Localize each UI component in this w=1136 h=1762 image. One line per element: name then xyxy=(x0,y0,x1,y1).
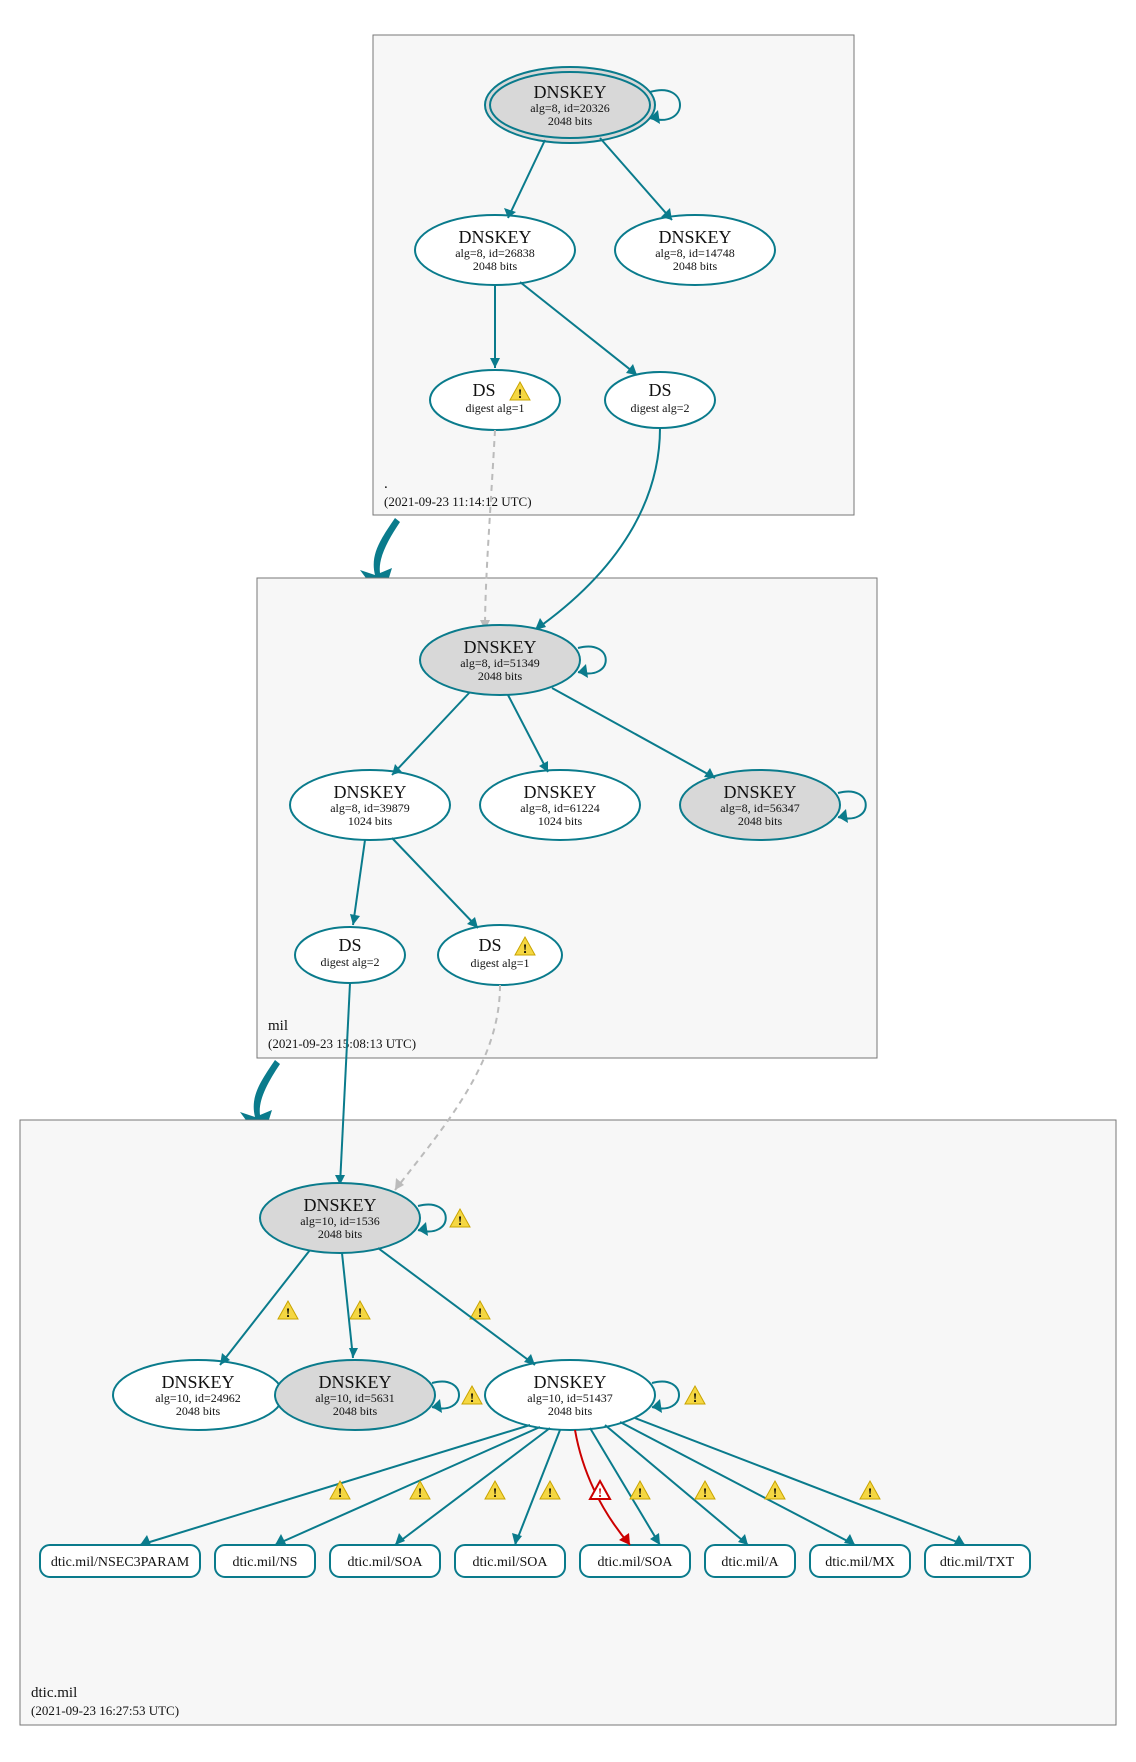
svg-text:DS: DS xyxy=(472,380,495,400)
svg-text:DS: DS xyxy=(648,380,671,400)
svg-text:alg=8, id=51349: alg=8, id=51349 xyxy=(460,656,540,670)
svg-text:2048 bits: 2048 bits xyxy=(318,1227,363,1241)
svg-text:dtic.mil/SOA: dtic.mil/SOA xyxy=(347,1555,423,1570)
svg-text:dtic.mil/A: dtic.mil/A xyxy=(721,1555,779,1570)
svg-text:alg=10, id=5631: alg=10, id=5631 xyxy=(315,1391,395,1405)
node-mil-k2: DNSKEY alg=8, id=61224 1024 bits xyxy=(480,770,640,840)
zone-ts-dtic: (2021-09-23 16:27:53 UTC) xyxy=(31,1703,179,1718)
node-root-ds1: DS digest alg=1 xyxy=(430,370,560,430)
svg-text:dtic.mil/SOA: dtic.mil/SOA xyxy=(597,1555,673,1570)
node-mil-ksk: DNSKEY alg=8, id=51349 2048 bits xyxy=(420,625,580,695)
svg-text:2048 bits: 2048 bits xyxy=(478,669,523,683)
svg-text:DNSKEY: DNSKEY xyxy=(318,1372,391,1392)
svg-text:DNSKEY: DNSKEY xyxy=(723,782,796,802)
svg-text:DNSKEY: DNSKEY xyxy=(458,227,531,247)
svg-text:digest alg=2: digest alg=2 xyxy=(630,401,689,415)
svg-text:alg=8, id=26838: alg=8, id=26838 xyxy=(455,246,535,260)
svg-text:DNSKEY: DNSKEY xyxy=(658,227,731,247)
zone-ts-mil: (2021-09-23 15:08:13 UTC) xyxy=(268,1036,416,1051)
node-dtic-k2: DNSKEY alg=10, id=5631 2048 bits xyxy=(275,1360,435,1430)
rrset-soa-3: dtic.mil/SOA xyxy=(580,1545,690,1577)
svg-text:DNSKEY: DNSKEY xyxy=(303,1195,376,1215)
svg-text:alg=10, id=51437: alg=10, id=51437 xyxy=(527,1391,613,1405)
svg-text:alg=8, id=56347: alg=8, id=56347 xyxy=(720,801,800,815)
rrset-soa-2: dtic.mil/SOA xyxy=(455,1545,565,1577)
rrset-a: dtic.mil/A xyxy=(705,1545,795,1577)
rrset-txt: dtic.mil/TXT xyxy=(925,1545,1030,1577)
zone-label-dtic: dtic.mil xyxy=(31,1685,77,1701)
node-mil-ds2: DS digest alg=2 xyxy=(295,927,405,983)
svg-text:2048 bits: 2048 bits xyxy=(738,814,783,828)
zone-mil: mil (2021-09-23 15:08:13 UTC) DNSKEY alg… xyxy=(257,428,877,1058)
node-root-ksk: DNSKEY alg=8, id=20326 2048 bits xyxy=(485,67,655,143)
rrset-nsec3param: dtic.mil/NSEC3PARAM xyxy=(40,1545,200,1577)
node-dtic-k1: DNSKEY alg=10, id=24962 2048 bits xyxy=(113,1360,283,1430)
node-root-k2: DNSKEY alg=8, id=14748 2048 bits xyxy=(615,215,775,285)
svg-text:DS: DS xyxy=(478,935,501,955)
svg-text:DNSKEY: DNSKEY xyxy=(533,82,606,102)
zone-ts-root: (2021-09-23 11:14:12 UTC) xyxy=(384,494,532,509)
svg-text:alg=10, id=1536: alg=10, id=1536 xyxy=(300,1214,380,1228)
zone-label-root: . xyxy=(384,476,388,492)
svg-text:DNSKEY: DNSKEY xyxy=(333,782,406,802)
svg-text:digest alg=2: digest alg=2 xyxy=(320,955,379,969)
svg-text:1024 bits: 1024 bits xyxy=(538,814,583,828)
svg-text:2048 bits: 2048 bits xyxy=(176,1404,221,1418)
svg-text:2048 bits: 2048 bits xyxy=(548,1404,593,1418)
svg-text:1024 bits: 1024 bits xyxy=(348,814,393,828)
svg-text:DNSKEY: DNSKEY xyxy=(533,1372,606,1392)
svg-text:DNSKEY: DNSKEY xyxy=(161,1372,234,1392)
rrset-mx: dtic.mil/MX xyxy=(810,1545,910,1577)
rrset-ns: dtic.mil/NS xyxy=(215,1545,315,1577)
node-mil-ds1: DS digest alg=1 xyxy=(438,925,562,985)
svg-text:alg=8, id=39879: alg=8, id=39879 xyxy=(330,801,410,815)
svg-text:dtic.mil/TXT: dtic.mil/TXT xyxy=(940,1555,1015,1570)
svg-text:2048 bits: 2048 bits xyxy=(673,259,718,273)
zone-label-mil: mil xyxy=(268,1018,288,1034)
svg-text:2048 bits: 2048 bits xyxy=(473,259,518,273)
svg-text:dtic.mil/NS: dtic.mil/NS xyxy=(233,1555,298,1570)
svg-text:dtic.mil/SOA: dtic.mil/SOA xyxy=(472,1555,548,1570)
svg-text:DNSKEY: DNSKEY xyxy=(463,637,536,657)
node-dtic-ksk: DNSKEY alg=10, id=1536 2048 bits xyxy=(260,1183,420,1253)
svg-text:2048 bits: 2048 bits xyxy=(548,114,593,128)
node-root-ds2: DS digest alg=2 xyxy=(605,372,715,428)
dnssec-graph: ! ! . (2021-09-23 11:14:12 UTC) DNSKEY a… xyxy=(0,0,1136,1762)
svg-text:dtic.mil/MX: dtic.mil/MX xyxy=(825,1555,895,1570)
svg-text:dtic.mil/NSEC3PARAM: dtic.mil/NSEC3PARAM xyxy=(51,1555,190,1570)
svg-text:2048 bits: 2048 bits xyxy=(333,1404,378,1418)
svg-text:digest alg=1: digest alg=1 xyxy=(465,401,524,415)
node-mil-k1: DNSKEY alg=8, id=39879 1024 bits xyxy=(290,770,450,840)
svg-text:DNSKEY: DNSKEY xyxy=(523,782,596,802)
zone-root: . (2021-09-23 11:14:12 UTC) DNSKEY alg=8… xyxy=(373,35,854,515)
svg-text:digest alg=1: digest alg=1 xyxy=(470,956,529,970)
svg-text:alg=10, id=24962: alg=10, id=24962 xyxy=(155,1391,241,1405)
svg-text:alg=8, id=61224: alg=8, id=61224 xyxy=(520,801,600,815)
svg-text:DS: DS xyxy=(338,935,361,955)
rrset-soa-1: dtic.mil/SOA xyxy=(330,1545,440,1577)
zone-dtic: dtic.mil (2021-09-23 16:27:53 UTC) DNSKE… xyxy=(20,983,1116,1725)
svg-text:alg=8, id=20326: alg=8, id=20326 xyxy=(530,101,610,115)
node-dtic-k3: DNSKEY alg=10, id=51437 2048 bits xyxy=(485,1360,655,1430)
node-root-k1: DNSKEY alg=8, id=26838 2048 bits xyxy=(415,215,575,285)
svg-text:alg=8, id=14748: alg=8, id=14748 xyxy=(655,246,735,260)
node-mil-k3: DNSKEY alg=8, id=56347 2048 bits xyxy=(680,770,840,840)
